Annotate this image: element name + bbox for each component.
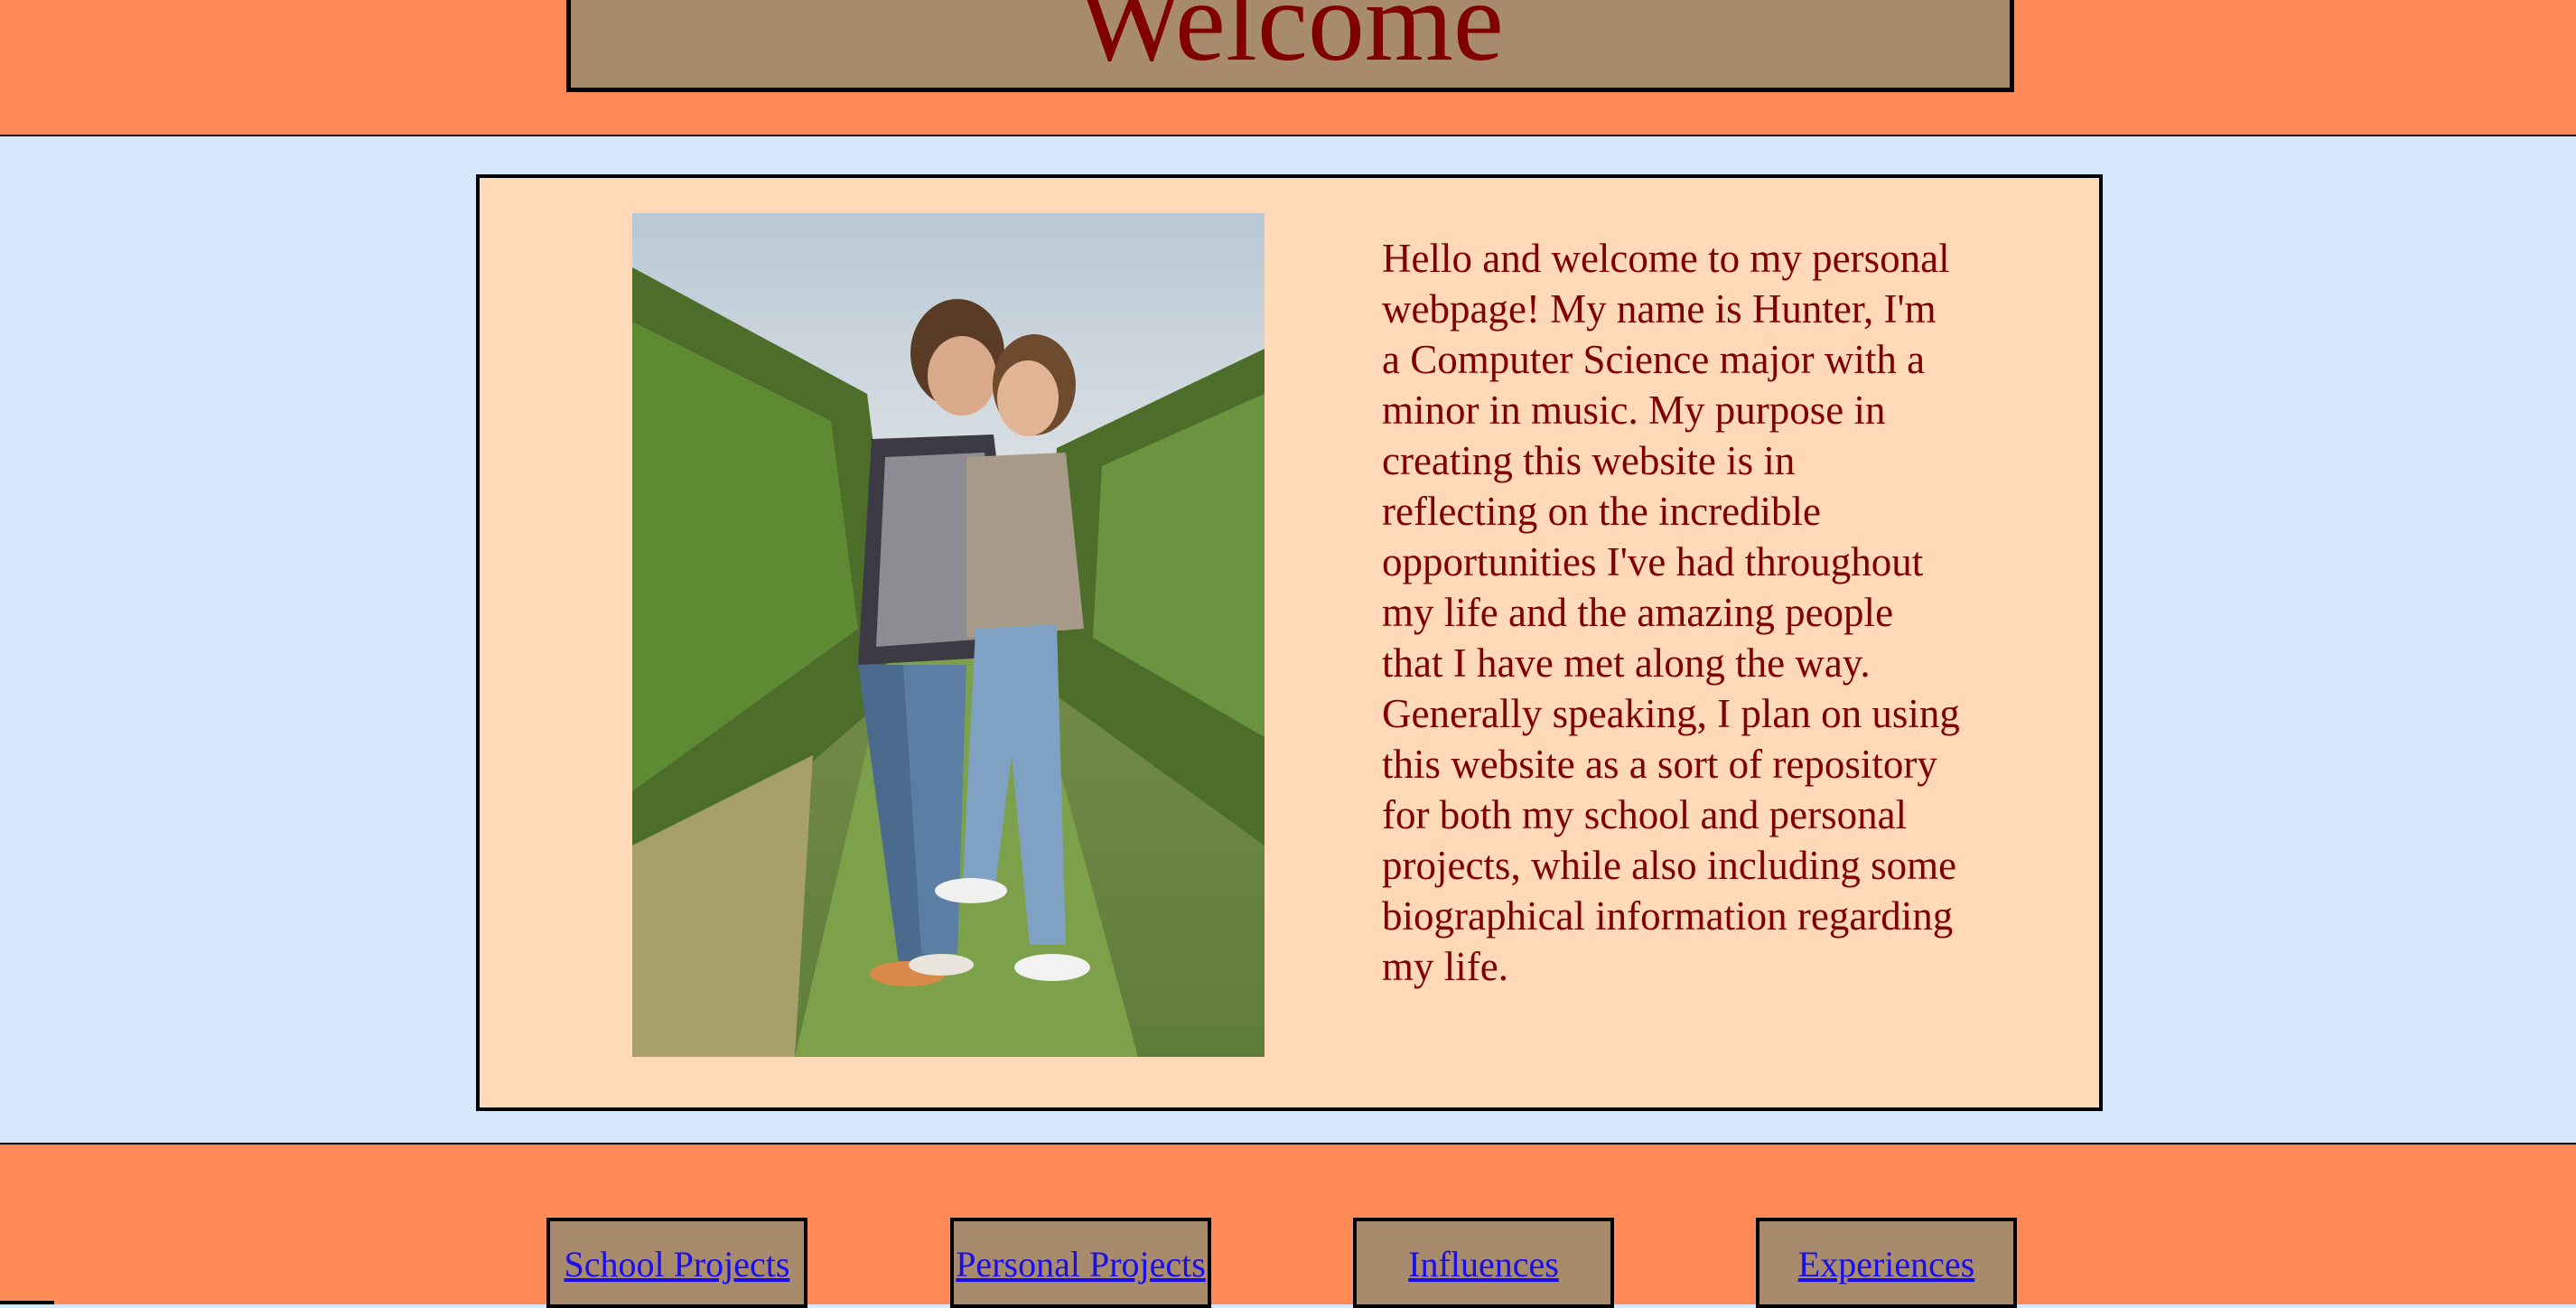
window-edge <box>0 1301 54 1304</box>
title-box: Welcome <box>566 0 2014 92</box>
intro-paragraph: Hello and welcome to my personal webpage… <box>1382 236 1960 989</box>
page-footer <box>0 1143 2576 1304</box>
photo-image <box>632 213 1265 1057</box>
page-header: Welcome <box>0 0 2576 136</box>
profile-photo <box>632 213 1265 1057</box>
nav-button-personal-projects[interactable]: Personal Projects <box>950 1218 1211 1308</box>
nav-link-school-projects[interactable]: School Projects <box>565 1244 790 1285</box>
nav-button-school-projects[interactable]: School Projects <box>546 1218 807 1308</box>
nav-button-influences[interactable]: Influences <box>1353 1218 1614 1308</box>
nav-link-personal-projects[interactable]: Personal Projects <box>956 1244 1206 1285</box>
nav-button-experiences[interactable]: Experiences <box>1756 1218 2017 1308</box>
nav-link-influences[interactable]: Influences <box>1408 1244 1559 1285</box>
page-title: Welcome <box>1077 0 1504 85</box>
nav-link-experiences[interactable]: Experiences <box>1798 1244 1974 1285</box>
